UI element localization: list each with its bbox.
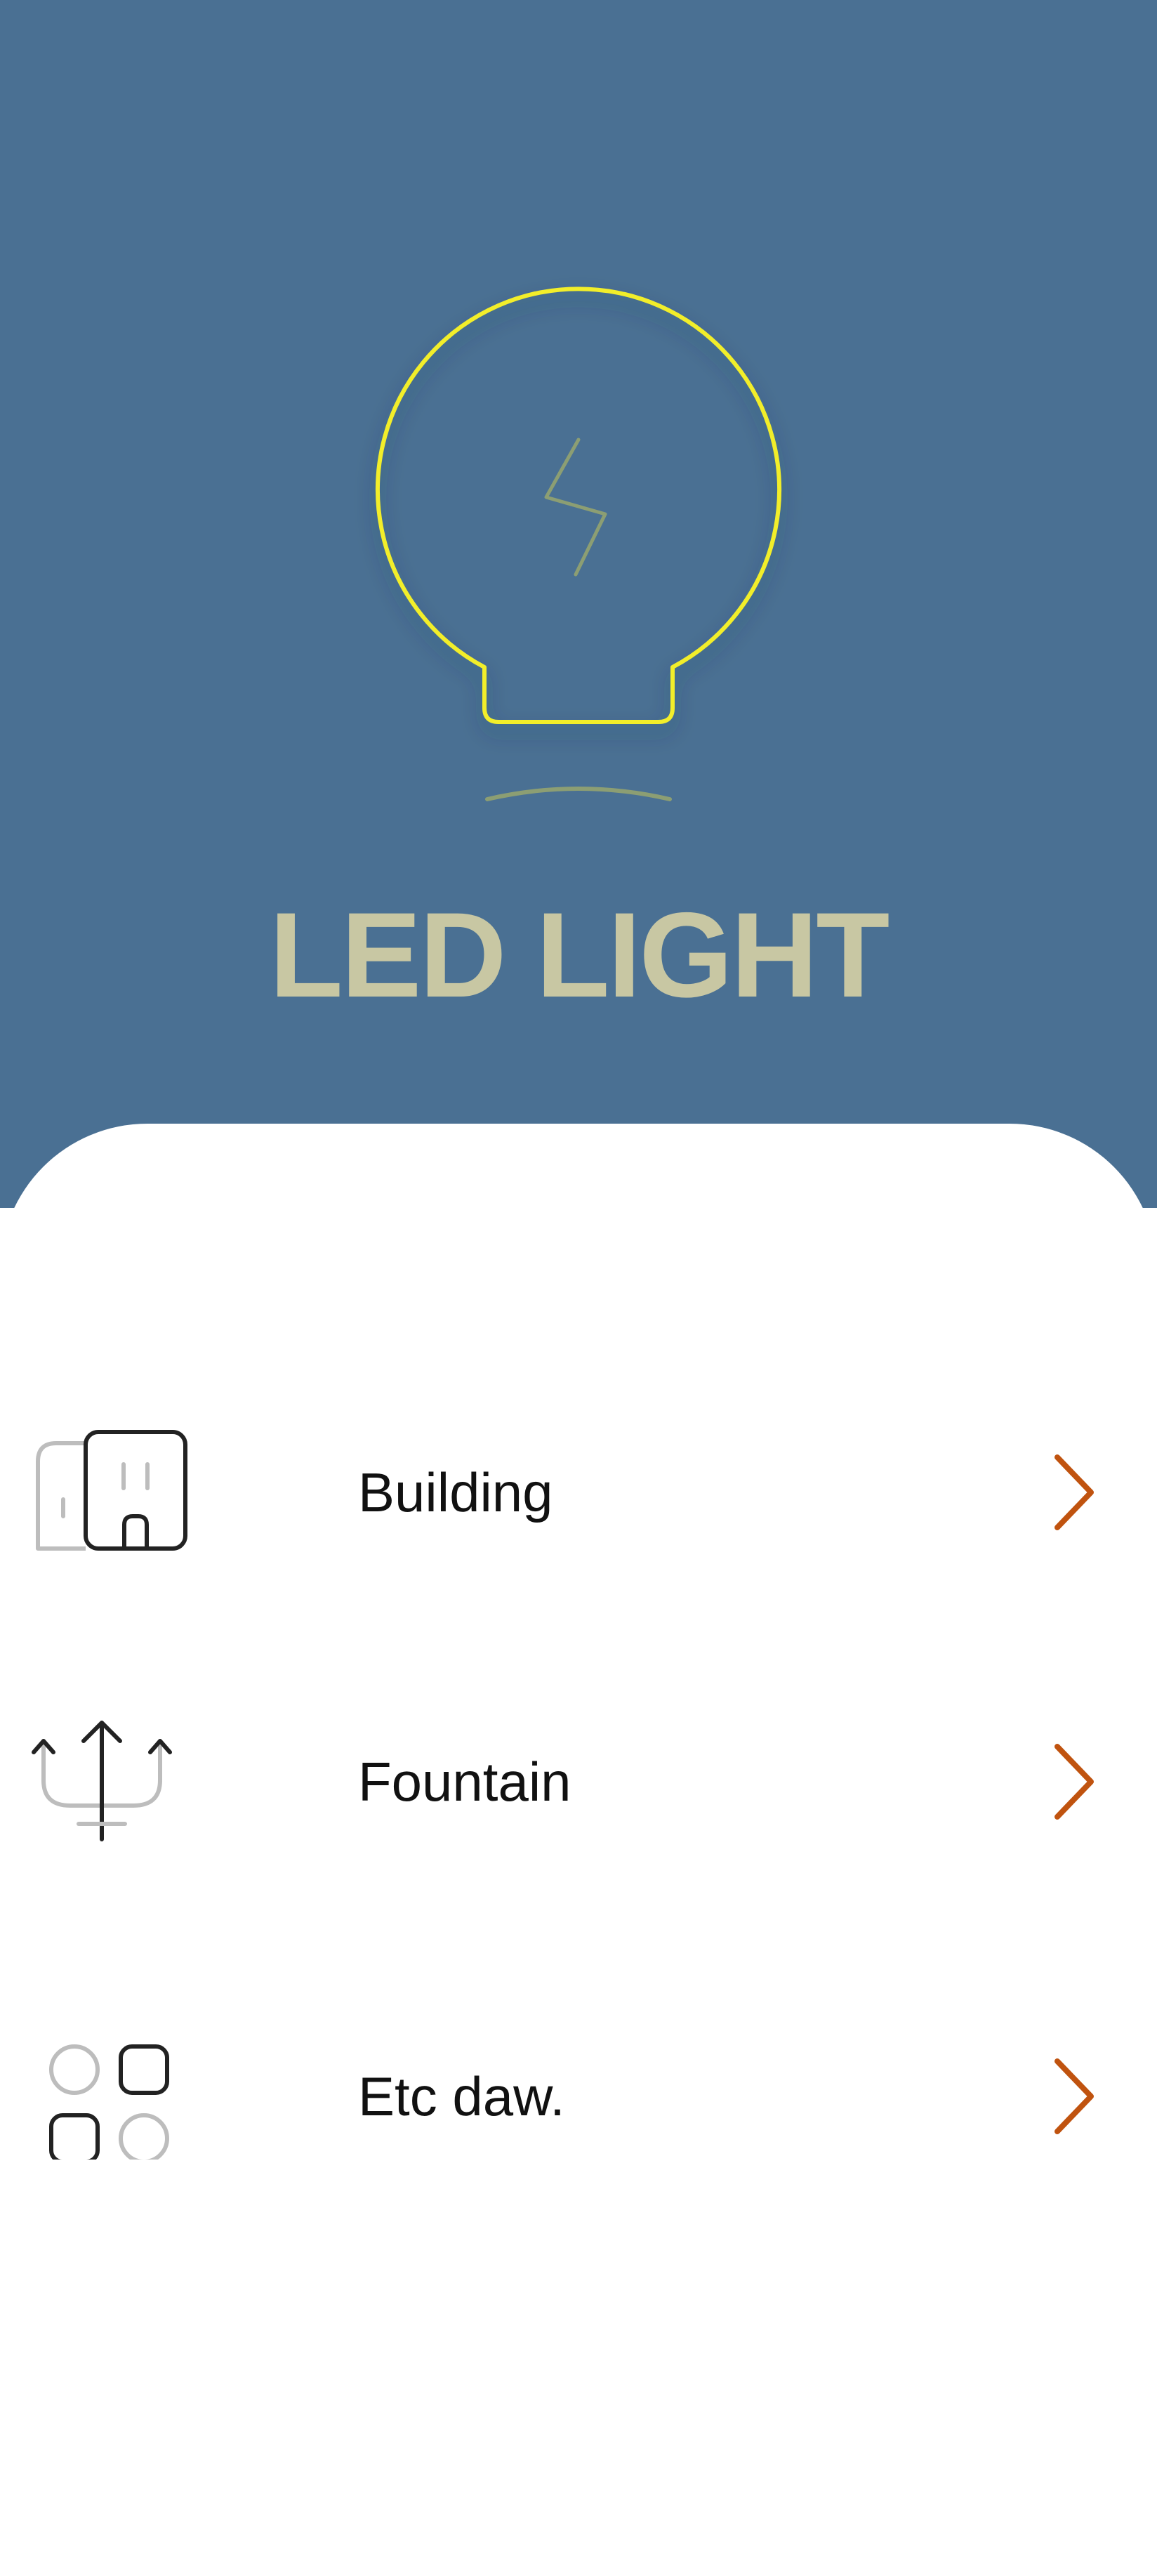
fountain-icon	[28, 1719, 190, 1845]
menu-item-etc[interactable]: Etc daw.	[0, 2012, 1157, 2181]
apps-icon	[28, 2033, 190, 2160]
lightbulb-icon	[351, 274, 806, 836]
menu-item-building[interactable]: Building	[0, 1408, 1157, 1577]
hero-header: LED LIGHT	[0, 0, 1157, 1208]
chevron-right-icon	[1039, 2054, 1123, 2138]
menu-item-label: Building	[358, 1461, 553, 1523]
chevron-right-icon	[1039, 1450, 1123, 1535]
menu-item-fountain[interactable]: Fountain	[0, 1697, 1157, 1866]
building-icon	[28, 1429, 190, 1556]
menu-item-label: Fountain	[358, 1751, 571, 1813]
app-title: LED LIGHT	[269, 888, 890, 1023]
menu-sheet: Building Fountain Etc daw.	[0, 1124, 1157, 2576]
menu-item-label: Etc daw.	[358, 2065, 565, 2127]
chevron-right-icon	[1039, 1740, 1123, 1824]
